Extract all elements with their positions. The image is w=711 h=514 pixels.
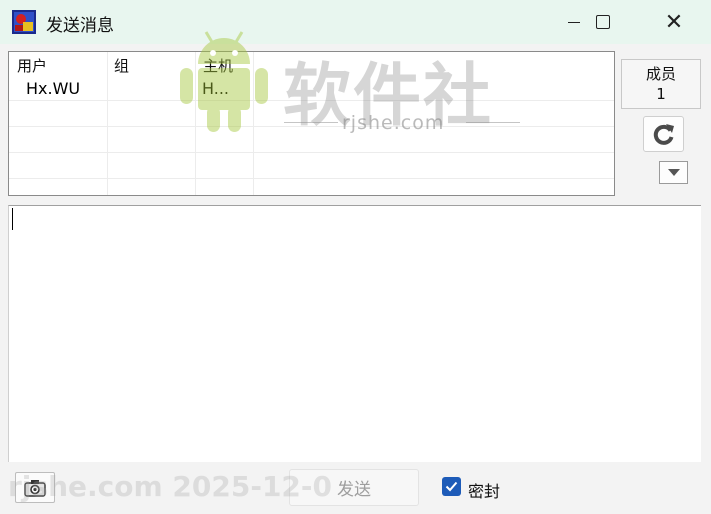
send-message-window: 发送消息 ✕ 用户 组 主机 Hx.WU H... 成员 1 [0, 0, 711, 514]
maximize-icon [596, 15, 610, 29]
message-input[interactable] [8, 205, 701, 462]
close-icon: ✕ [664, 9, 684, 35]
member-dropdown-button[interactable] [659, 161, 688, 184]
member-label: 成员 [645, 65, 676, 83]
seal-checkbox[interactable] [442, 477, 461, 496]
member-count-box: 成员 1 [621, 59, 701, 109]
grid-line [9, 152, 614, 153]
user-cell: Hx.WU [26, 79, 81, 98]
watermark-rule [466, 122, 520, 123]
member-count: 1 [656, 85, 666, 103]
watermark-bottom: rjshe.com 2025-12-0 [8, 470, 333, 503]
android-watermark-icon [180, 31, 268, 132]
refresh-button[interactable] [643, 116, 684, 152]
watermark-domain: rjshe.com [342, 112, 445, 134]
window-title: 发送消息 [46, 16, 114, 36]
title-bar[interactable]: 发送消息 ✕ [0, 0, 711, 44]
grid-line [9, 178, 614, 179]
seal-checkbox-label[interactable]: 密封 [468, 478, 500, 502]
minimize-icon [568, 21, 580, 23]
watermark-rule [284, 122, 338, 123]
column-header-group[interactable]: 组 [114, 55, 129, 76]
checkmark-icon [445, 481, 458, 492]
column-header-user[interactable]: 用户 [17, 55, 47, 76]
grid-line [107, 52, 108, 195]
text-caret [12, 208, 13, 230]
refresh-icon [653, 124, 674, 145]
dropdown-arrow-icon [667, 168, 680, 176]
close-button[interactable]: ✕ [651, 0, 697, 44]
maximize-button[interactable] [580, 0, 626, 44]
app-icon [12, 10, 36, 34]
